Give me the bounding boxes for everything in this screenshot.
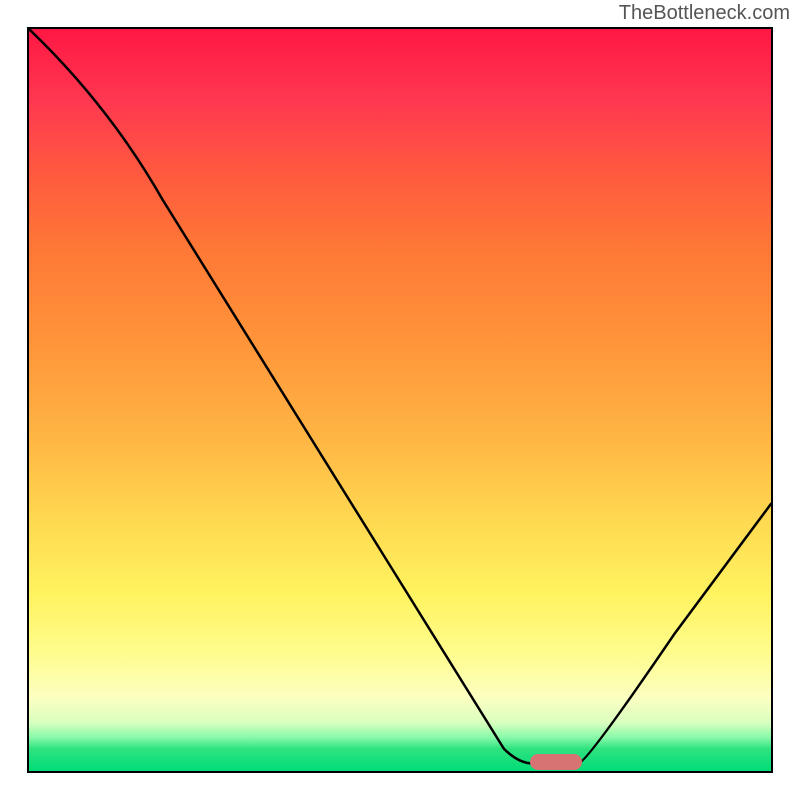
chart-curve-svg [29,29,771,771]
watermark-text: TheBottleneck.com [619,2,790,25]
chart-frame [27,27,773,773]
optimal-marker [530,754,583,770]
bottleneck-curve [29,29,771,764]
